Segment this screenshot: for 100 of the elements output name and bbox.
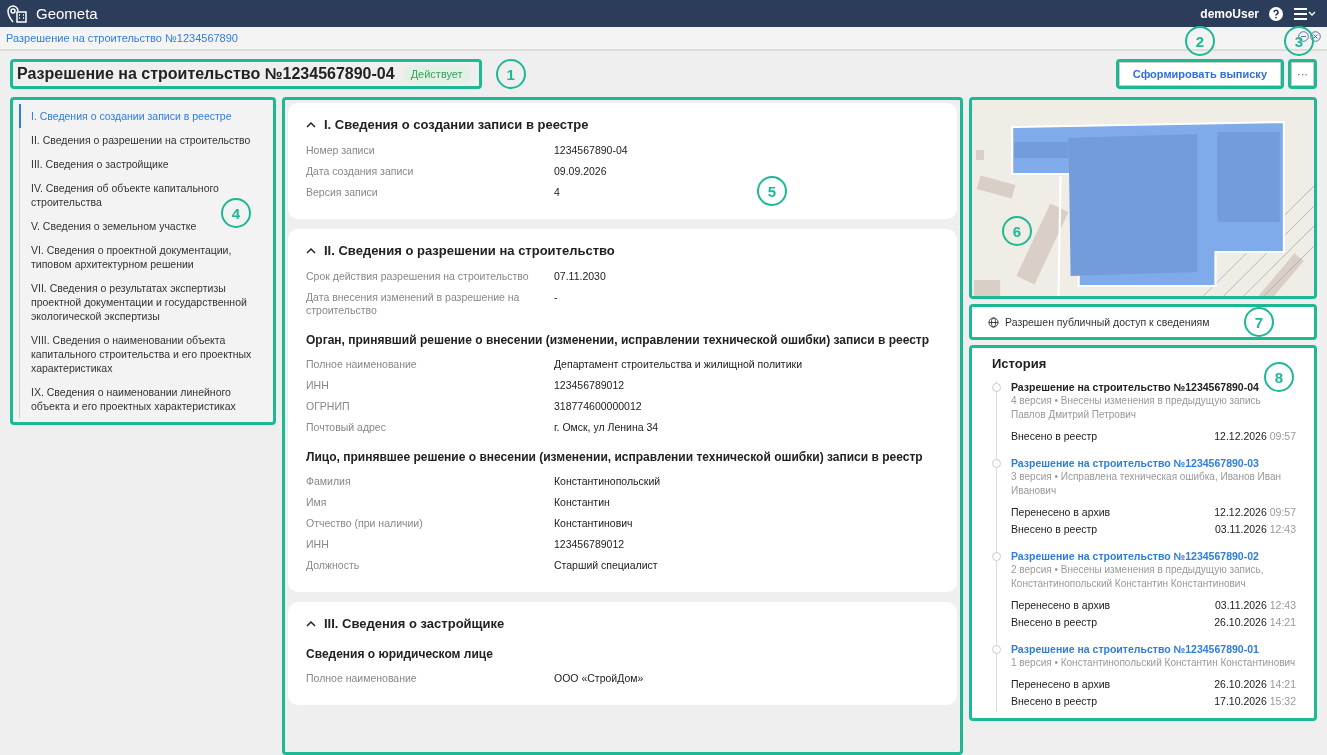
app-name: Geometa	[36, 5, 98, 22]
callout-number: 7	[1244, 307, 1274, 337]
field-value: 123456789012	[554, 538, 625, 551]
field-label: Фамилия	[306, 475, 351, 488]
field-label: Срок действия разрешения на строительство	[306, 270, 529, 283]
version-info: 2 версия • Внесены изменения в предыдущую запись, Константинопольский Константин Константинович	[1011, 563, 1265, 591]
field-label: Отчество (при наличии)	[306, 517, 423, 530]
nav-item[interactable]: IX. Сведения о наименовании линейного объекта и его проектных характеристиках	[19, 380, 267, 418]
field-label: Номер записи	[306, 144, 375, 157]
logo-icon	[6, 3, 28, 24]
help-icon[interactable]	[1269, 6, 1283, 21]
field-value: 318774600000012	[554, 400, 642, 413]
section-title: I. Сведения о создании записи в реестре	[324, 117, 589, 132]
event-time: 12:43	[1269, 523, 1296, 535]
event-time: 09:57	[1269, 506, 1296, 518]
field-label: Полное наименование	[306, 672, 417, 685]
status-badge: Действует	[402, 65, 471, 83]
nav-item[interactable]: VIII. Сведения о наименовании объекта капитального строительства и его проектных характеристиках	[19, 328, 267, 380]
callout-number: 4	[221, 198, 251, 228]
globe-icon	[988, 316, 999, 328]
public-access-text: Разрешен публичный доступ к сведениям	[1005, 316, 1210, 328]
user-name[interactable]: demoUser	[1200, 6, 1259, 21]
event-time: 12:43	[1269, 599, 1296, 611]
timeline-dot	[992, 645, 1001, 654]
timeline-dot	[992, 459, 1001, 468]
field-label: Имя	[306, 496, 327, 509]
event-time: 14:21	[1269, 616, 1296, 628]
timeline-dot	[992, 383, 1001, 392]
nav-item[interactable]: III. Сведения о застройщике	[19, 152, 267, 176]
history-link[interactable]: Разрешение на строительство №1234567890-01	[1011, 643, 1296, 655]
nav-item[interactable]: II. Сведения о разрешении на строительство	[19, 128, 267, 152]
field-value: 09.09.2026	[554, 165, 607, 178]
callout-number: 2	[1184, 26, 1215, 56]
field-value: Константин	[554, 496, 610, 509]
event-label: Внесено в реестр	[1011, 522, 1098, 537]
field-value: 1234567890-04	[554, 144, 628, 157]
field-value: Старший специалист	[554, 559, 658, 572]
event-label: Внесено в реестр	[1011, 615, 1098, 630]
menu-icon[interactable]	[1293, 6, 1317, 21]
version-info: 4 версия • Внесены изменения в предыдущую запись Павлов Дмитрий Петрович	[1011, 394, 1262, 422]
field-label: ОГРНИП	[306, 400, 350, 413]
group-heading: Сведения о юридическом лице	[306, 647, 494, 661]
event-date: 17.10.2026	[1214, 695, 1267, 707]
history-link[interactable]: Разрешение на строительство №1234567890-02	[1011, 550, 1296, 562]
field-value: г. Омск, ул Ленина 34	[554, 421, 659, 434]
version-info: 3 версия • Исправлена техническая ошибка, Иванов Иван Иванович	[1011, 470, 1283, 498]
event-time: 15:32	[1269, 695, 1296, 707]
event-date: 03.11.2026	[1215, 523, 1267, 535]
nav-item[interactable]: VI. Сведения о проектной документации, типовом архитектурном решении	[19, 238, 267, 276]
event-date: 26.10.2026	[1214, 678, 1267, 690]
group-heading: Орган, принявший решение о внесении (изменении, исправлении технической ошибки) записи в реестр	[306, 333, 931, 347]
breadcrumb-link[interactable]: Разрешение на строительство №1234567890	[6, 32, 238, 44]
nav-item[interactable]: VII. Сведения о результатах экспертизы проектной документации и государственной экологической экспертизы	[19, 276, 267, 328]
field-label: Почтовый адрес	[306, 421, 386, 434]
generate-extract-button[interactable]: Сформировать выписку	[1115, 59, 1284, 89]
history-title: История	[992, 356, 1048, 371]
field-value: -	[554, 291, 558, 305]
field-label: Полное наименование	[306, 358, 417, 371]
event-label: Перенесено в архив	[1011, 598, 1111, 613]
callout-number: 8	[1264, 362, 1294, 392]
chevron-up-icon[interactable]	[306, 247, 316, 254]
field-value: Константинопольский	[554, 475, 661, 488]
field-value: Департамент строительства и жилищной политики	[554, 358, 802, 371]
history-title-current: Разрешение на строительство №1234567890-04	[1011, 381, 1260, 393]
event-time: 14:21	[1269, 678, 1296, 690]
more-button[interactable]: ···	[1288, 59, 1317, 89]
field-label: Версия записи	[306, 186, 378, 199]
event-time: 09:57	[1269, 430, 1296, 442]
history-link[interactable]: Разрешение на строительство №1234567890-03	[1011, 457, 1296, 469]
field-label: Должность	[306, 559, 360, 572]
field-value: 4	[554, 186, 560, 199]
section-title: II. Сведения о разрешении на строительство	[324, 243, 615, 258]
close-icon[interactable]	[1310, 31, 1321, 42]
event-label: Внесено в реестр	[1011, 429, 1098, 444]
field-value: 123456789012	[554, 379, 625, 392]
event-date: 12.12.2026	[1214, 506, 1267, 518]
field-value: ООО «СтройДом»	[554, 672, 644, 685]
nav-item[interactable]: I. Сведения о создании записи в реестре	[19, 104, 267, 128]
field-value: 07.11.2030	[554, 270, 606, 283]
chevron-up-icon[interactable]	[306, 620, 316, 627]
group-heading: Лицо, принявшее решение о внесении (изменении, исправлении технической ошибки) записи в реестр	[306, 450, 924, 464]
timeline-dot	[992, 552, 1001, 561]
field-label: Дата создания записи	[306, 165, 414, 178]
version-info: 1 версия • Константинопольский Константин Константинович	[1011, 656, 1296, 670]
event-label: Внесено в реестр	[1011, 694, 1098, 709]
callout-number: 1	[495, 59, 526, 89]
callout-number: 3	[1284, 26, 1314, 56]
field-label: ИНН	[306, 538, 329, 551]
event-date: 26.10.2026	[1214, 616, 1267, 628]
event-label: Перенесено в архив	[1011, 505, 1111, 520]
field-value: Константинович	[554, 517, 633, 530]
page-title: Разрешение на строительство №1234567890-04	[17, 65, 395, 83]
event-date: 12.12.2026	[1214, 430, 1267, 442]
chevron-up-icon[interactable]	[306, 121, 316, 128]
section-title: III. Сведения о застройщике	[324, 616, 505, 631]
callout-number: 5	[757, 176, 787, 206]
event-label: Перенесено в архив	[1011, 677, 1111, 692]
field-label: ИНН	[306, 379, 329, 392]
callout-number: 6	[1002, 216, 1032, 246]
field-label: Дата внесения изменений в разрешение на строительство	[306, 291, 521, 317]
